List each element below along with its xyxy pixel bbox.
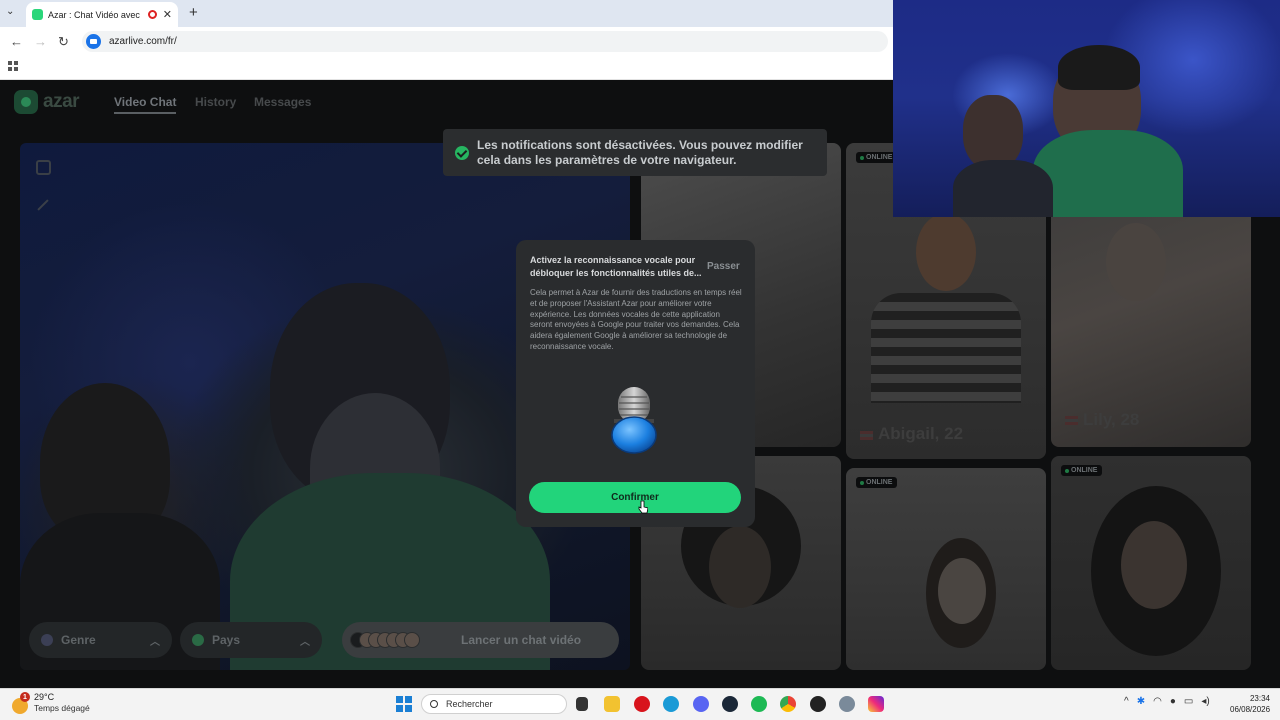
back-icon[interactable]: ← [10, 34, 23, 49]
azar-logo-icon [14, 90, 38, 114]
genre-label: Genre [61, 633, 96, 647]
reload-icon[interactable]: ↻ [58, 34, 69, 50]
nav-video-chat[interactable]: Video Chat [114, 95, 177, 114]
profile-name: Lily, 28 [1083, 410, 1140, 429]
online-badge: ONLINE [1061, 465, 1103, 476]
file-explorer-icon[interactable] [604, 696, 620, 712]
avatar-stack [350, 632, 420, 648]
profile-name: Abigail, 22 [878, 424, 964, 443]
confirm-button[interactable]: Confirmer [529, 482, 741, 513]
skip-button[interactable]: Passer [707, 261, 740, 272]
bluetooth-icon[interactable]: ✱ [1137, 696, 1145, 707]
webcam-person-hair [1058, 45, 1140, 90]
online-badge: ONLINE [856, 477, 898, 488]
azar-favicon-icon [32, 9, 43, 20]
webcam-person-shirt [1033, 130, 1183, 217]
genre-filter[interactable]: Genre ︿ [29, 622, 172, 658]
obs-icon[interactable] [810, 696, 826, 712]
microphone-icon [611, 387, 657, 454]
close-tab-icon[interactable]: ✕ [163, 8, 172, 21]
address-bar[interactable]: azarlive.com/fr/ [82, 31, 888, 52]
start-chat-label: Lancer un chat vidéo [461, 633, 582, 647]
nav-history[interactable]: History [195, 95, 236, 109]
site-info-icon[interactable] [86, 34, 101, 49]
microphone-tray-icon[interactable]: ● [1170, 696, 1176, 707]
search-placeholder: Rechercher [446, 699, 493, 709]
browser-tab[interactable]: Azar : Chat Vidéo avec de n ✕ [26, 2, 178, 27]
instagram-icon[interactable] [868, 696, 884, 712]
weather-widget[interactable]: 1 29°C Temps dégagé [12, 692, 90, 714]
system-tray: ^ ✱ ◠ ● ▭ ◂) [1124, 696, 1210, 707]
discord-icon[interactable] [693, 696, 709, 712]
edge-icon[interactable] [663, 696, 679, 712]
dialog-body: Cela permet à Azar de fournir des traduc… [530, 288, 742, 351]
hand-cursor-icon [638, 500, 648, 514]
logo-text: azar [43, 91, 80, 112]
online-badge: ONLINE [856, 152, 898, 163]
nav-messages[interactable]: Messages [254, 95, 311, 109]
profile-face [938, 558, 986, 624]
expand-icon[interactable] [36, 160, 51, 175]
notification-toast: Les notifications sont désactivées. Vous… [443, 129, 827, 176]
chrome-icon[interactable] [780, 696, 796, 712]
profile-card[interactable]: ONLINE [846, 468, 1046, 670]
start-video-chat-button[interactable]: Lancer un chat vidéo [342, 622, 619, 658]
weather-badge: 1 [20, 692, 30, 702]
dialog-title: Activez la reconnaissance vocale pour dé… [530, 255, 702, 278]
webcam-second-person-face [963, 95, 1023, 170]
clock-date: 06/08/2026 [1230, 705, 1271, 714]
settings-gear-icon[interactable] [839, 696, 855, 712]
weather-text: Temps dégagé [34, 703, 90, 713]
effects-wand-icon[interactable] [36, 198, 50, 212]
webcam-second-person-body [953, 160, 1053, 217]
url-text: azarlive.com/fr/ [109, 36, 177, 47]
new-tab-icon[interactable]: + [189, 4, 198, 21]
opera-icon[interactable] [634, 696, 650, 712]
us-flag-icon [860, 431, 873, 440]
clock-time: 23:34 [1249, 694, 1270, 703]
network-icon[interactable]: ▭ [1184, 696, 1193, 707]
webcam-overlay [893, 0, 1280, 217]
weather-sun-icon: 1 [12, 692, 30, 714]
bookmarks-bar [0, 55, 893, 80]
country-filter[interactable]: Pays ︿ [180, 622, 322, 658]
check-circle-icon [455, 145, 469, 160]
task-view-icon[interactable] [576, 697, 588, 711]
taskbar-search[interactable]: Rechercher [421, 694, 567, 714]
search-icon [430, 700, 438, 708]
recording-icon [147, 10, 157, 19]
chevron-up-icon[interactable]: ^ [1124, 696, 1129, 707]
profile-face [1121, 521, 1187, 609]
us-flag-icon [1065, 416, 1078, 425]
pays-label: Pays [212, 633, 241, 647]
notification-text: Les notifications sont désactivées. Vous… [477, 137, 803, 167]
azar-logo[interactable]: azar [14, 90, 80, 114]
profile-sweater [871, 293, 1021, 403]
chevron-up-icon: ︿ [150, 636, 160, 648]
chevron-up-icon: ︿ [300, 636, 310, 648]
tab-search-chevron-icon[interactable]: ⌄ [6, 6, 14, 17]
profile-card[interactable]: ONLINE [1051, 456, 1251, 670]
spotify-icon[interactable] [751, 696, 767, 712]
tab-title: Azar : Chat Vidéo avec de n [48, 9, 142, 20]
apps-grid-icon[interactable] [8, 61, 18, 71]
wifi-icon[interactable]: ◠ [1153, 696, 1162, 707]
forward-icon[interactable]: → [34, 34, 47, 49]
taskbar-clock[interactable]: 23:34 06/08/2026 [1230, 693, 1270, 715]
volume-icon[interactable]: ◂) [1201, 696, 1209, 707]
temperature: 29°C [34, 692, 55, 702]
profile-face [1106, 223, 1166, 301]
voice-recognition-dialog: Activez la reconnaissance vocale pour dé… [516, 240, 755, 527]
windows-start-icon[interactable] [396, 696, 412, 712]
profile-face [709, 526, 771, 608]
gender-icon [41, 634, 53, 646]
profile-face [916, 213, 976, 291]
globe-icon [192, 634, 204, 646]
steam-icon[interactable] [722, 696, 738, 712]
